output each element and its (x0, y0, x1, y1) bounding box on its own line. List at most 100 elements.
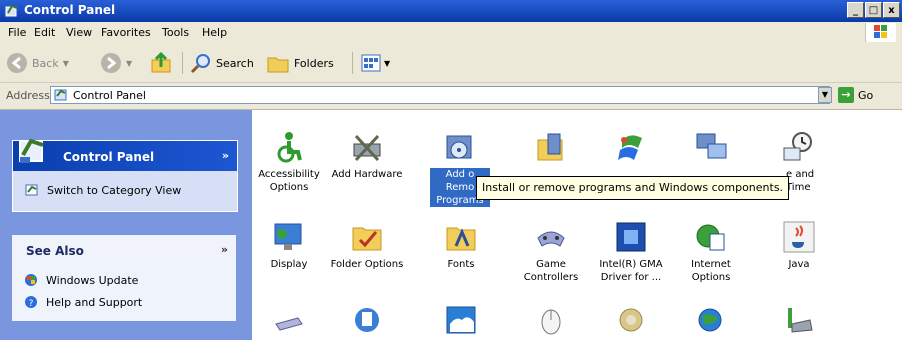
go-label: Go (858, 88, 874, 102)
intel-gma-icon (614, 220, 648, 254)
control-panel-section: Control Panel » Switch to Category View (12, 138, 238, 212)
mail-item[interactable] (330, 302, 404, 336)
item-label: Display (270, 259, 308, 270)
menu-view[interactable]: View (66, 26, 92, 39)
menu-edit[interactable]: Edit (34, 26, 55, 39)
keyboard-item[interactable] (252, 302, 326, 336)
item-label: Game Controllers (523, 259, 579, 283)
mouse-item[interactable] (514, 302, 588, 336)
close-button[interactable]: x (883, 2, 900, 18)
item-label: Add Hardware (331, 169, 403, 180)
control-panel-icon (5, 4, 18, 17)
mouse-icon (534, 302, 568, 336)
game-controllers-item[interactable]: Game Controllers (514, 220, 588, 284)
add-remove-programs-icon (443, 130, 477, 164)
maximize-button[interactable]: □ (865, 2, 882, 18)
windows-update-icon (25, 274, 37, 286)
go-arrow-icon: → (838, 87, 854, 103)
forward-dropdown-icon: ▼ (126, 58, 133, 68)
control-panel-heading: Control Panel (63, 150, 155, 164)
collapse-icon[interactable]: » (222, 149, 229, 162)
views-icon (361, 54, 381, 72)
up-folder-icon (151, 52, 171, 73)
java-icon (782, 220, 816, 254)
item-label: Folder Options (330, 259, 404, 270)
control-panel-large-icon (19, 138, 44, 163)
add-hardware-icon (350, 130, 384, 164)
mesh-runtime-item[interactable] (424, 302, 498, 336)
address-value: Control Panel (73, 89, 146, 102)
network-setup-item[interactable] (674, 130, 748, 164)
see-also-section: See Also » Windows Update ? Help and Sup… (12, 235, 236, 321)
windows-update-label: Windows Update (46, 273, 139, 287)
intel-gma-driver-item[interactable]: Intel(R) GMA Driver for ... (594, 220, 668, 284)
network-connections-icon (614, 302, 648, 336)
automatic-updates-item[interactable] (594, 130, 668, 164)
folder-options-item[interactable]: Folder Options (330, 220, 404, 271)
accessibility-icon (272, 130, 306, 164)
date-time-icon (782, 130, 816, 164)
phone-modem-item[interactable] (762, 302, 836, 336)
address-bar: Address Control Panel ▼ → Go (0, 83, 902, 110)
svg-text:?: ? (29, 299, 34, 309)
fonts-icon (444, 220, 478, 254)
collapse-icon[interactable]: » (221, 243, 228, 256)
search-button[interactable]: Search (190, 50, 254, 76)
search-label: Search (216, 56, 254, 70)
window-title: Control Panel (24, 3, 116, 17)
forward-button[interactable]: ▼ (100, 50, 132, 76)
tooltip: Install or remove programs and Windows c… (476, 176, 790, 200)
mesh-runtime-icon (444, 302, 478, 336)
item-label: Fonts (447, 259, 475, 270)
address-label: Address (6, 89, 50, 102)
add-hardware-item[interactable]: Add Hardware (330, 130, 404, 181)
network-setup-wizard-icon (694, 302, 728, 336)
windows-update-link[interactable]: Windows Update (12, 269, 236, 291)
see-also-header[interactable]: See Also » (12, 235, 236, 265)
help-icon: ? (25, 296, 37, 309)
network-setup-wizard-item[interactable] (674, 302, 748, 336)
folders-icon (267, 57, 289, 73)
address-dropdown-icon[interactable]: ▼ (818, 87, 832, 103)
menu-bar: File Edit View Favorites Tools Help (0, 22, 902, 45)
internet-options-item[interactable]: Internet Options (674, 220, 748, 284)
back-button[interactable]: Back ▼ (6, 50, 69, 76)
administrative-tools-item[interactable] (514, 130, 588, 164)
fonts-item[interactable]: Fonts (424, 220, 498, 271)
folders-button[interactable]: Folders (266, 50, 334, 76)
toolbar: Back ▼ ▼ Search Folders ▼ (0, 44, 902, 83)
mail-icon (350, 302, 384, 336)
help-and-support-link[interactable]: ? Help and Support (12, 291, 236, 313)
minimize-button[interactable]: _ (847, 2, 864, 18)
network-connections-item[interactable] (594, 302, 668, 336)
menu-tools[interactable]: Tools (162, 26, 189, 39)
address-input[interactable]: Control Panel (50, 86, 830, 104)
views-button[interactable]: ▼ (360, 50, 390, 76)
switch-to-category-view-label: Switch to Category View (47, 183, 182, 197)
back-arrow-icon (7, 53, 27, 73)
accessibility-options-item[interactable]: Accessibility Options (252, 130, 326, 194)
switch-to-category-view-link[interactable]: Switch to Category View (13, 179, 237, 201)
category-view-icon (25, 184, 38, 196)
keyboard-icon (272, 302, 306, 336)
phone-modem-icon (782, 302, 816, 336)
control-panel-items: Accessibility Options Add Hardware Add o… (252, 110, 902, 340)
see-also-heading: See Also (26, 244, 84, 258)
task-pane: Control Panel » Switch to Category View … (0, 110, 252, 340)
automatic-updates-icon (614, 130, 648, 164)
go-button[interactable]: → Go (838, 87, 873, 103)
search-icon (190, 54, 210, 74)
menu-file[interactable]: File (8, 26, 26, 39)
menu-favorites[interactable]: Favorites (101, 26, 151, 39)
game-controllers-icon (534, 220, 568, 254)
up-folder-button[interactable] (150, 50, 174, 76)
control-panel-header[interactable]: Control Panel » (13, 138, 237, 171)
control-panel-small-icon (54, 89, 67, 101)
java-item[interactable]: Java (762, 220, 836, 271)
item-label: Intel(R) GMA Driver for ... (599, 259, 663, 283)
title-bar: Control Panel _ □ x (0, 0, 902, 22)
menu-help[interactable]: Help (202, 26, 227, 39)
item-label: Java (788, 259, 810, 270)
display-item[interactable]: Display (252, 220, 326, 271)
views-dropdown-icon: ▼ (384, 58, 391, 68)
